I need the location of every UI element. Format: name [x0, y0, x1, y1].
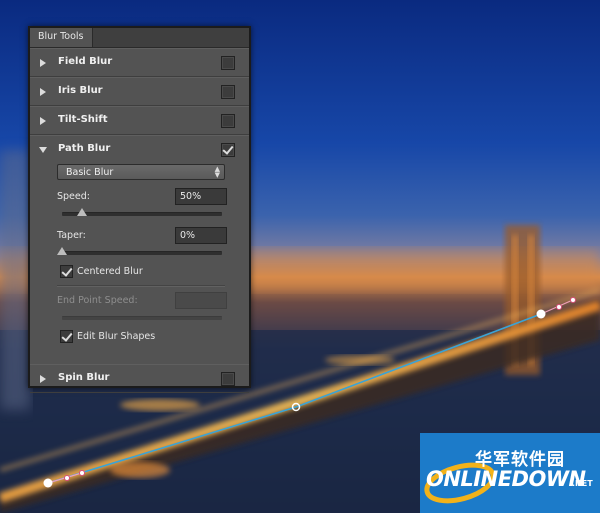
section-tilt-shift[interactable]: Tilt-Shift	[30, 106, 249, 135]
photo-canvas[interactable]: Blur Tools Field Blur Iris Blur Tilt-Shi…	[0, 0, 600, 513]
path-blur-checkbox[interactable]	[221, 143, 235, 157]
end-point-speed-slider	[62, 316, 222, 320]
expand-arrow-icon[interactable]	[40, 117, 46, 125]
edit-blur-shapes-checkbox[interactable]	[60, 330, 73, 343]
section-label: Tilt-Shift	[58, 114, 108, 125]
section-label: Iris Blur	[58, 85, 103, 96]
speed-handle-end-2[interactable]	[570, 297, 576, 303]
tilt-shift-checkbox[interactable]	[221, 114, 235, 128]
expand-arrow-icon[interactable]	[40, 375, 46, 383]
spin-blur-checkbox[interactable]	[221, 372, 235, 386]
field-blur-checkbox[interactable]	[221, 56, 235, 70]
expand-arrow-icon[interactable]	[40, 59, 46, 67]
path-end-handle[interactable]	[536, 309, 546, 319]
section-path-blur[interactable]: Path Blur	[30, 135, 249, 164]
blur-mode-select[interactable]: Basic Blur ▲ ▼	[57, 164, 225, 180]
options-divider	[57, 285, 225, 287]
speed-input[interactable]: 50%	[175, 188, 227, 205]
taper-input[interactable]: 0%	[175, 227, 227, 244]
speed-handle-start-2[interactable]	[79, 470, 85, 476]
section-spin-blur[interactable]: Spin Blur	[30, 364, 249, 393]
end-point-speed-label: End Point Speed:	[57, 295, 138, 306]
taper-slider[interactable]	[57, 247, 222, 255]
select-updown-icon: ▲ ▼	[214, 165, 220, 179]
centered-blur-checkbox[interactable]	[60, 265, 73, 278]
section-field-blur[interactable]: Field Blur	[30, 48, 249, 77]
panel-tab-bar: Blur Tools	[30, 28, 249, 48]
speed-handle-start[interactable]	[64, 475, 70, 481]
speed-handle-end[interactable]	[556, 304, 562, 310]
section-iris-blur[interactable]: Iris Blur	[30, 77, 249, 106]
centered-blur-label: Centered Blur	[77, 266, 143, 277]
onlinedown-watermark-logo: 华军软件园 ONLINEDOWN .NET	[420, 433, 600, 513]
blur-mode-value: Basic Blur	[66, 167, 114, 178]
edit-blur-shapes-label: Edit Blur Shapes	[77, 331, 156, 342]
end-point-speed-input	[175, 292, 227, 309]
section-label: Field Blur	[58, 56, 113, 67]
collapse-arrow-icon[interactable]	[39, 147, 47, 153]
path-blur-options: Basic Blur ▲ ▼ Speed: 50% Taper: 0% Cente…	[30, 164, 249, 364]
logo-suffix-text: .NET	[572, 479, 593, 488]
path-start-handle[interactable]	[43, 478, 53, 488]
iris-blur-checkbox[interactable]	[221, 85, 235, 99]
taper-label: Taper:	[57, 230, 86, 241]
speed-slider-thumb[interactable]	[77, 208, 87, 216]
blur-tools-tab[interactable]: Blur Tools	[30, 28, 93, 47]
speed-slider[interactable]	[62, 208, 222, 216]
taper-slider-thumb[interactable]	[57, 247, 67, 255]
expand-arrow-icon[interactable]	[40, 88, 46, 96]
section-label: Path Blur	[58, 143, 111, 154]
logo-brand-text: ONLINEDOWN	[426, 467, 586, 491]
blur-tools-panel: Blur Tools Field Blur Iris Blur Tilt-Shi…	[28, 26, 251, 393]
section-label: Spin Blur	[58, 372, 110, 383]
speed-label: Speed:	[57, 191, 90, 202]
